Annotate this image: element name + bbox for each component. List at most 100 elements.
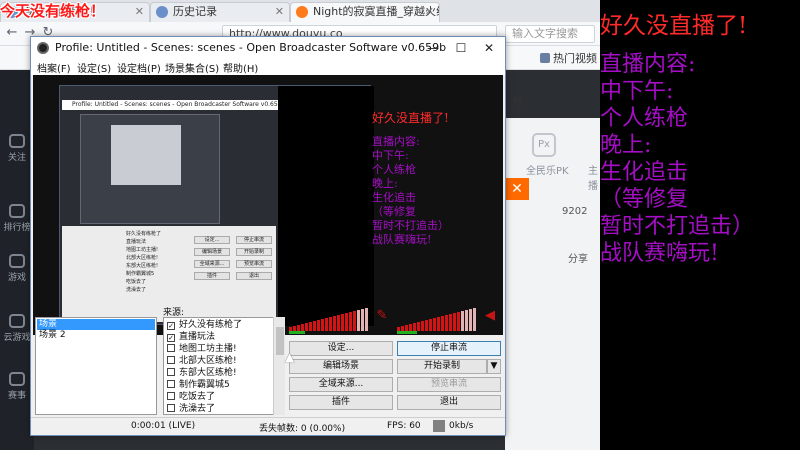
source-item[interactable]: 地图工坊主播! bbox=[167, 343, 277, 355]
close-icon[interactable]: ✕ bbox=[275, 3, 284, 21]
tab-history[interactable]: 历史记录 ✕ bbox=[150, 2, 290, 22]
header-item[interactable]: 修 bbox=[513, 94, 523, 109]
checkbox-icon[interactable] bbox=[167, 380, 175, 388]
source-item[interactable]: ✓ 直播玩法 bbox=[167, 331, 277, 343]
view-count: 9202 bbox=[562, 206, 588, 217]
pk-label: 全民乐PK bbox=[526, 166, 569, 177]
search-box[interactable]: 输入文字搜索 bbox=[505, 25, 595, 43]
speaker-icon[interactable]: ◀ bbox=[483, 309, 497, 323]
source-item[interactable]: ✓ 好久没有练枪了 bbox=[167, 319, 277, 331]
sidebar-item-cloud-games[interactable]: 云游戏 bbox=[0, 310, 34, 348]
tab-douyu[interactable]: Night的寂寞直播_穿越火线 ✕ bbox=[290, 2, 440, 22]
checkbox-icon[interactable] bbox=[167, 404, 175, 412]
pk-icon[interactable]: Px bbox=[532, 133, 556, 157]
edit-scene-button[interactable]: 编辑场景 bbox=[289, 359, 393, 374]
source-item[interactable]: 东部大区练枪! bbox=[167, 367, 277, 379]
bookmark-hot-video[interactable]: 热门视频 bbox=[540, 50, 597, 66]
preview-nested-capture-inner bbox=[111, 125, 181, 185]
preview-button: 退出 bbox=[236, 272, 272, 280]
volume-bar bbox=[349, 312, 352, 331]
preview-source-item: 东部大区练枪! bbox=[126, 263, 159, 269]
desktop-volume-meter[interactable] bbox=[289, 307, 373, 331]
preview-overlay-title: 好久没直播了! bbox=[372, 111, 449, 125]
window-title: Profile: Untitled - Scenes: scenes - Ope… bbox=[55, 41, 447, 54]
preview-source-item: 洗澡去了 bbox=[126, 287, 147, 293]
source-item[interactable]: 洗澡去了 bbox=[167, 403, 277, 414]
volume-bar bbox=[361, 309, 364, 331]
sidebar-item-games[interactable]: 游戏 bbox=[0, 250, 34, 288]
volume-bar bbox=[357, 310, 360, 331]
preview-button: 设定... bbox=[194, 236, 230, 244]
preview-stream-button[interactable]: 预览串流 bbox=[397, 377, 501, 392]
menu-profile[interactable]: 设定档(P) bbox=[117, 60, 161, 75]
volume-bar bbox=[409, 324, 412, 331]
bookmark-label: 热门视频 bbox=[553, 52, 597, 65]
preview-button: 开始录制 bbox=[236, 248, 272, 256]
menu-help[interactable]: 帮助(H) bbox=[223, 60, 258, 75]
settings-button[interactable]: 设定... bbox=[289, 341, 393, 356]
source-item[interactable]: 北部大区练枪! bbox=[167, 355, 277, 367]
preview-black-panel bbox=[278, 86, 374, 326]
bitrate-indicator bbox=[433, 420, 445, 432]
scene-item[interactable]: 场景 2 bbox=[37, 330, 155, 341]
stop-stream-button[interactable]: 停止串流 bbox=[397, 341, 501, 356]
volume-bar bbox=[325, 318, 328, 331]
maximize-button[interactable]: ☐ bbox=[447, 37, 475, 59]
source-item[interactable]: 吃饭去了 bbox=[167, 391, 277, 403]
obs-menubar: 档案(F) 设定(S) 设定档(P) 场景集合(S) 帮助(H) bbox=[31, 59, 505, 75]
source-item[interactable]: 制作霸翼城5 bbox=[167, 379, 277, 391]
record-dropdown-button[interactable]: ▼ bbox=[487, 359, 501, 374]
global-sources-button[interactable]: 全域来源... bbox=[289, 377, 393, 392]
checkbox-icon[interactable] bbox=[167, 368, 175, 376]
preview-source-item: 吃饭去了 bbox=[126, 279, 147, 285]
exit-button[interactable]: 退出 bbox=[397, 395, 501, 410]
mouse-cursor-icon: ▲ bbox=[285, 350, 295, 364]
menu-scene-collection[interactable]: 场景集合(S) bbox=[165, 60, 219, 75]
close-icon[interactable]: ✕ bbox=[135, 3, 144, 21]
sidebar-item-rank[interactable]: 排行榜 bbox=[0, 200, 34, 238]
plugins-button[interactable]: 插件 bbox=[289, 395, 393, 410]
desktop-level-bar bbox=[289, 331, 305, 334]
checkbox-checked-icon[interactable]: ✓ bbox=[167, 334, 175, 342]
douyu-sidebar: 关注 排行榜 游戏 云游戏 赛事 bbox=[0, 70, 34, 450]
start-record-button[interactable]: 开始录制 bbox=[397, 359, 487, 374]
volume-bar bbox=[461, 311, 464, 331]
volume-bar bbox=[305, 323, 308, 331]
obs-window: Profile: Untitled - Scenes: scenes - Ope… bbox=[30, 36, 506, 436]
checkbox-icon[interactable] bbox=[167, 344, 175, 352]
preview-screen-capture: Profile: Untitled - Scenes: scenes - Ope… bbox=[59, 85, 374, 326]
volume-bar bbox=[417, 322, 420, 331]
menu-file[interactable]: 档案(F) bbox=[37, 60, 71, 75]
close-icon[interactable]: ✕ bbox=[425, 3, 434, 21]
preview-source-item: 直播玩法 bbox=[126, 239, 147, 245]
scene-list: 场景 场景 2 bbox=[35, 317, 157, 415]
share-link[interactable]: 分享 bbox=[568, 250, 588, 265]
volume-bar bbox=[413, 323, 416, 331]
checkbox-icon[interactable] bbox=[167, 356, 175, 364]
microphone-icon[interactable]: ✎ bbox=[375, 309, 389, 323]
preview-obs-title: Profile: Untitled - Scenes: scenes - Ope… bbox=[62, 100, 286, 110]
preview-nested-capture bbox=[80, 114, 220, 224]
minimize-button[interactable]: — bbox=[419, 37, 447, 59]
menu-settings[interactable]: 设定(S) bbox=[77, 60, 111, 75]
volume-bar bbox=[469, 309, 472, 331]
douyu-header: 修 bbox=[505, 82, 600, 116]
scroll-thumb[interactable] bbox=[276, 327, 284, 355]
checkbox-checked-icon[interactable]: ✓ bbox=[167, 322, 175, 330]
source-scrollbar[interactable] bbox=[273, 317, 285, 415]
mic-volume-meter[interactable] bbox=[397, 307, 481, 331]
volume-bar bbox=[429, 319, 432, 331]
mic-level-bar bbox=[397, 331, 417, 334]
close-icon[interactable]: ✕ bbox=[505, 178, 529, 200]
volume-bar bbox=[333, 316, 336, 331]
scene-item[interactable]: 场景 bbox=[37, 319, 155, 330]
overlay-line: 战队赛嗨玩! bbox=[600, 241, 719, 266]
sidebar-item-events[interactable]: 赛事 bbox=[0, 368, 34, 406]
sidebar-item-follow[interactable]: 关注 bbox=[0, 130, 34, 168]
close-button[interactable]: ✕ bbox=[475, 37, 503, 59]
preview-button: 预览串流 bbox=[236, 260, 272, 268]
preview-button: 停止串流 bbox=[236, 236, 272, 244]
back-icon[interactable]: ← bbox=[4, 25, 20, 41]
checkbox-icon[interactable] bbox=[167, 392, 175, 400]
preview-button: 编辑场景 bbox=[194, 248, 230, 256]
